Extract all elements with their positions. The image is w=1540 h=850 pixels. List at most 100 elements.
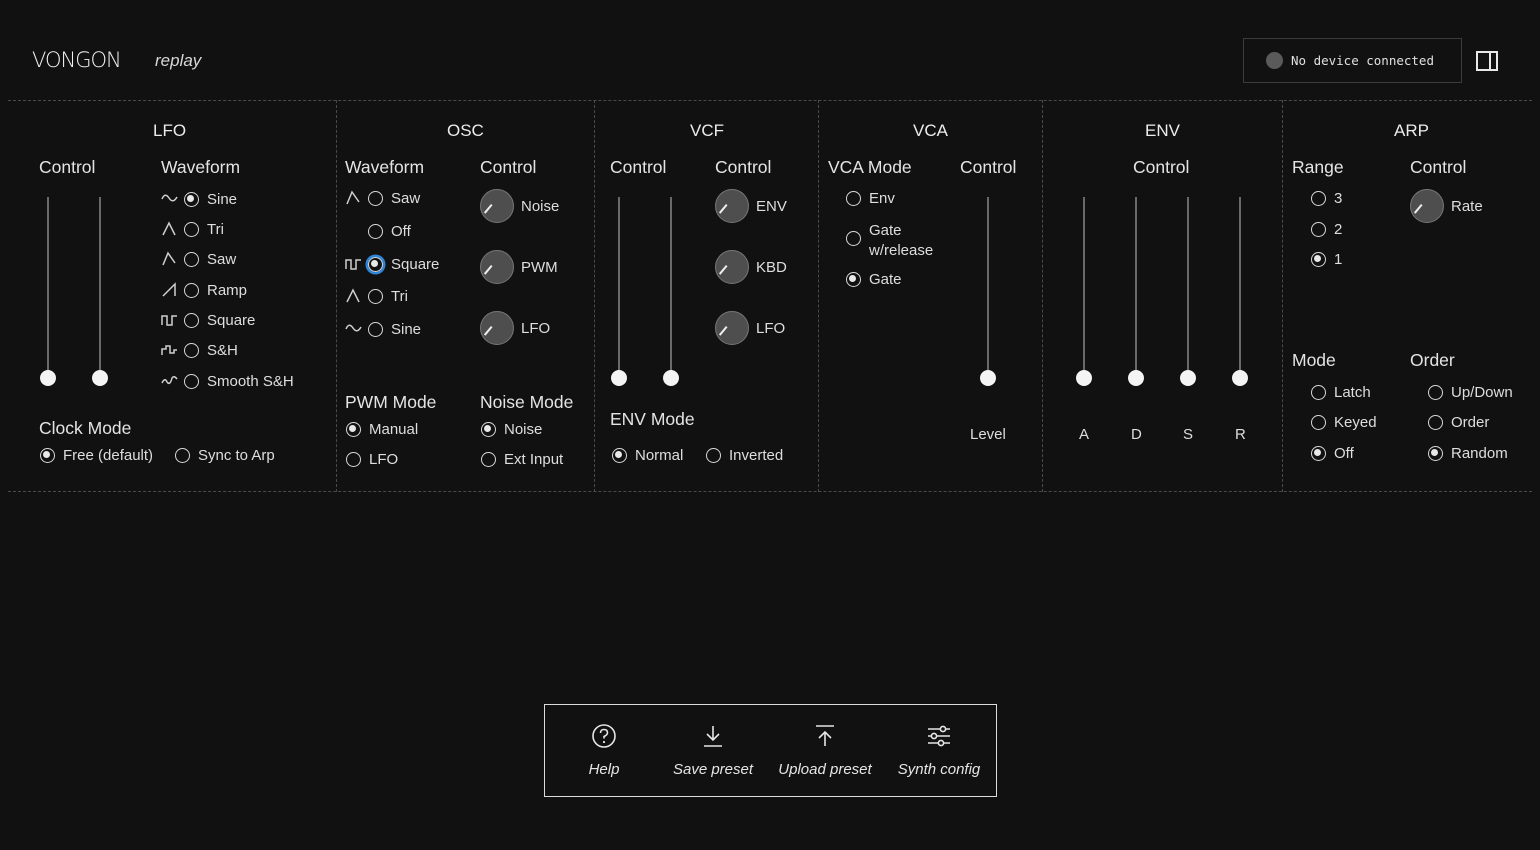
- clock-mode-radio-sync[interactable]: [175, 448, 190, 463]
- vca-mode-option: Env: [869, 190, 895, 207]
- arp-range-radio-1[interactable]: [1311, 252, 1326, 267]
- triangle-wave-icon: [346, 288, 360, 303]
- pwm-mode-option: LFO: [369, 451, 399, 468]
- modules-bottom-border: [8, 491, 1532, 492]
- lfo-waveform-radio-tri[interactable]: [184, 222, 199, 237]
- env-release-slider-track[interactable]: [1239, 197, 1241, 378]
- vca-level-slider-thumb[interactable]: [980, 370, 996, 386]
- vcf-env-knob[interactable]: [715, 189, 749, 223]
- clock-mode-radio-free[interactable]: [40, 448, 55, 463]
- osc-noise-knob[interactable]: [480, 189, 514, 223]
- env-sustain-slider-track[interactable]: [1187, 197, 1189, 378]
- vcf-slider-1-track[interactable]: [618, 197, 620, 378]
- env-mode-option: Normal: [635, 447, 684, 464]
- lfo-waveform-option: Saw: [207, 251, 237, 268]
- noise-mode-radio-noise[interactable]: [481, 422, 496, 437]
- env-slider-label: A: [1079, 426, 1090, 443]
- arp-range-radio-3[interactable]: [1311, 191, 1326, 206]
- module-divider: [336, 100, 337, 492]
- arp-rate-knob[interactable]: [1410, 189, 1444, 223]
- vcf-slider-1-thumb[interactable]: [611, 370, 627, 386]
- osc-waveform-radio-tri[interactable]: [368, 289, 383, 304]
- env-mode-radio-inverted[interactable]: [706, 448, 721, 463]
- lfo-waveform-radio-sh[interactable]: [184, 343, 199, 358]
- device-status-button[interactable]: No device connected: [1243, 38, 1462, 83]
- env-mode-radio-normal[interactable]: [612, 448, 627, 463]
- arp-order-label: Order: [1410, 350, 1455, 370]
- noise-mode-radio-ext[interactable]: [481, 452, 496, 467]
- module-divider: [1282, 100, 1283, 492]
- osc-waveform-radio-off[interactable]: [368, 224, 383, 239]
- upload-preset-label: Upload preset: [778, 761, 872, 778]
- vca-mode-option: Gate w/release: [869, 222, 934, 259]
- env-decay-slider-track[interactable]: [1135, 197, 1137, 378]
- vcf-lfo-knob[interactable]: [715, 311, 749, 345]
- noise-mode-label: Noise Mode: [480, 392, 574, 412]
- lfo-waveform-radio-square[interactable]: [184, 313, 199, 328]
- vca-mode-radio-gate-release[interactable]: [846, 231, 861, 246]
- vcf-control-label: Control: [715, 157, 772, 177]
- arp-order-option: Up/Down: [1451, 384, 1513, 401]
- lfo-slider-2-thumb[interactable]: [92, 370, 108, 386]
- upload-preset-button[interactable]: Upload preset: [773, 705, 877, 798]
- arp-order-radio-order[interactable]: [1428, 415, 1443, 430]
- lfo-slider-1-thumb[interactable]: [40, 370, 56, 386]
- noise-mode-option: Noise: [504, 421, 543, 438]
- arp-mode-radio-off[interactable]: [1311, 446, 1326, 461]
- arp-order-radio-updown[interactable]: [1428, 385, 1443, 400]
- lfo-waveform-radio-ramp[interactable]: [184, 283, 199, 298]
- download-icon: [704, 726, 722, 747]
- module-divider: [594, 100, 595, 492]
- osc-pwm-knob[interactable]: [480, 250, 514, 284]
- lfo-slider-1-track[interactable]: [47, 197, 49, 378]
- arp-mode-radio-keyed[interactable]: [1311, 415, 1326, 430]
- env-decay-slider-thumb[interactable]: [1128, 370, 1144, 386]
- save-preset-button[interactable]: Save preset: [667, 705, 759, 798]
- osc-knob-label: PWM: [521, 259, 558, 276]
- vcf-kbd-knob[interactable]: [715, 250, 749, 284]
- vca-mode-radio-env[interactable]: [846, 191, 861, 206]
- osc-waveform-option: Sine: [391, 321, 422, 338]
- app-name: replay: [155, 51, 202, 70]
- pwm-mode-radio-manual[interactable]: [346, 422, 361, 437]
- pwm-mode-radio-lfo[interactable]: [346, 452, 361, 467]
- arp-order-radio-random[interactable]: [1428, 446, 1443, 461]
- lfo-waveform-option: Square: [207, 312, 256, 329]
- osc-waveform-radio-saw[interactable]: [368, 191, 383, 206]
- vcf-slider-2-track[interactable]: [670, 197, 672, 378]
- lfo-slider-2-track[interactable]: [99, 197, 101, 378]
- device-status-dot-icon: [1266, 52, 1283, 69]
- lfo-waveform-radio-saw[interactable]: [184, 252, 199, 267]
- env-attack-slider-thumb[interactable]: [1076, 370, 1092, 386]
- vca-level-slider-track[interactable]: [987, 197, 989, 378]
- lfo-title: LFO: [153, 121, 187, 140]
- osc-waveform-radio-square[interactable]: [368, 257, 383, 272]
- panel-toggle-icon[interactable]: [1476, 51, 1498, 71]
- arp-range-radio-2[interactable]: [1311, 222, 1326, 237]
- osc-waveform-option: Saw: [391, 190, 421, 207]
- osc-waveform-radio-sine[interactable]: [368, 322, 383, 337]
- vcf-slider-2-thumb[interactable]: [663, 370, 679, 386]
- env-attack-slider-track[interactable]: [1083, 197, 1085, 378]
- vca-level-label: Level: [970, 426, 1006, 443]
- sliders-icon: [928, 725, 950, 747]
- arp-order-option: Order: [1451, 414, 1490, 431]
- env-release-slider-thumb[interactable]: [1232, 370, 1248, 386]
- arp-mode-radio-latch[interactable]: [1311, 385, 1326, 400]
- vca-mode-radio-gate[interactable]: [846, 272, 861, 287]
- vcf-knob-label: ENV: [756, 198, 787, 215]
- pwm-mode-option: Manual: [369, 421, 419, 438]
- osc-knob-label: Noise: [521, 198, 560, 215]
- arp-knob-label: Rate: [1451, 198, 1483, 215]
- env-sustain-slider-thumb[interactable]: [1180, 370, 1196, 386]
- bottom-toolbar: Help Save preset Upload preset Synth con…: [544, 704, 997, 797]
- lfo-waveform-radio-sine[interactable]: [184, 192, 199, 207]
- vca-control-label: Control: [960, 157, 1017, 177]
- help-button[interactable]: Help: [578, 705, 630, 798]
- vongon-logo: VONGON: [32, 48, 122, 72]
- synth-config-button[interactable]: Synth config: [889, 705, 989, 798]
- env-control-label: Control: [1133, 157, 1190, 177]
- lfo-waveform-radio-smooth-sh[interactable]: [184, 374, 199, 389]
- vcf-control-label: Control: [610, 157, 667, 177]
- osc-lfo-knob[interactable]: [480, 311, 514, 345]
